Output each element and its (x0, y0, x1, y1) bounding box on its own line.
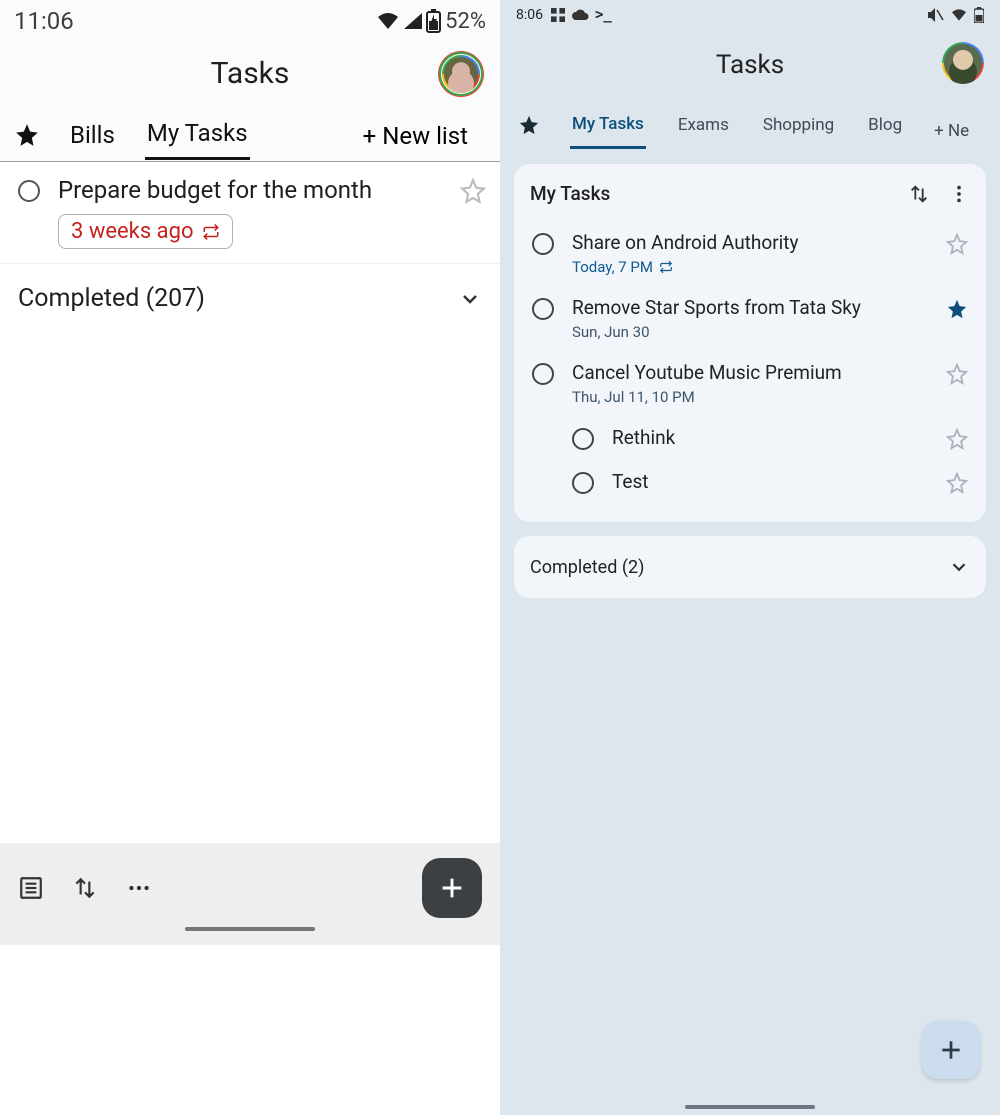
chevron-down-icon (948, 556, 970, 578)
cell-signal-icon (402, 11, 424, 31)
tab-blog[interactable]: Blog (866, 115, 904, 147)
plus-icon (438, 874, 466, 902)
task-checkbox[interactable] (572, 472, 594, 494)
subtask-row[interactable]: Rethink (530, 416, 970, 460)
task-row[interactable]: Prepare budget for the month 3 weeks ago (0, 162, 500, 264)
statusbar: 11:06 52% (0, 0, 500, 38)
new-list-button[interactable]: + Ne (934, 121, 969, 141)
star-button[interactable] (946, 233, 968, 255)
completed-section[interactable]: Completed (2) (514, 536, 986, 598)
battery-percent: 52% (445, 9, 486, 34)
list-view-icon[interactable] (18, 875, 44, 901)
status-time: 11:06 (14, 7, 74, 35)
star-button[interactable] (946, 428, 968, 450)
task-checkbox[interactable] (532, 363, 554, 385)
more-icon[interactable] (948, 183, 970, 205)
task-subtitle: Today, 7 PM (572, 258, 928, 276)
card-title: My Tasks (530, 182, 610, 205)
add-task-fab[interactable] (422, 858, 482, 918)
task-title: Prepare budget for the month (58, 176, 442, 204)
nav-handle[interactable] (685, 1105, 815, 1109)
tab-exams[interactable]: Exams (676, 115, 731, 147)
star-button[interactable] (460, 178, 486, 204)
star-button[interactable] (946, 472, 968, 494)
terminal-icon: >_ (595, 7, 612, 23)
tabs-row: Bills My Tasks + New list (0, 108, 500, 162)
starred-tab[interactable] (518, 114, 540, 136)
app-bar: Tasks (500, 30, 1000, 100)
task-row[interactable]: Cancel Youtube Music Premium Thu, Jul 11… (530, 351, 970, 416)
task-subtitle: Sun, Jun 30 (572, 323, 928, 341)
statusbar: 8:06 >_ (500, 0, 1000, 30)
task-title: Remove Star Sports from Tata Sky (572, 296, 928, 319)
task-checkbox[interactable] (532, 233, 554, 255)
task-checkbox[interactable] (532, 298, 554, 320)
slack-icon (551, 8, 565, 22)
add-task-fab[interactable] (922, 1021, 980, 1079)
task-title: Cancel Youtube Music Premium (572, 361, 928, 384)
tab-my-tasks[interactable]: My Tasks (570, 114, 646, 149)
star-button[interactable] (946, 298, 968, 320)
task-checkbox[interactable] (18, 180, 40, 202)
account-avatar[interactable] (942, 42, 984, 84)
completed-section[interactable]: Completed (207) (0, 264, 500, 333)
task-date-chip[interactable]: 3 weeks ago (58, 214, 233, 249)
cloud-icon (571, 9, 589, 21)
task-row[interactable]: Remove Star Sports from Tata Sky Sun, Ju… (530, 286, 970, 351)
task-title: Share on Android Authority (572, 231, 928, 254)
sort-icon[interactable] (72, 875, 98, 901)
subtask-row[interactable]: Test (530, 460, 970, 504)
new-list-button[interactable]: + New list (363, 122, 486, 158)
nav-handle[interactable] (185, 927, 315, 931)
app-bar: Tasks (0, 38, 500, 108)
status-time: 8:06 (516, 7, 543, 23)
page-title: Tasks (211, 56, 290, 91)
star-button[interactable] (946, 363, 968, 385)
tabs-row: My Tasks Exams Shopping Blog + Ne (500, 100, 1000, 150)
plus-icon (938, 1037, 964, 1063)
repeat-icon (202, 223, 220, 241)
bottom-bar (0, 843, 500, 933)
task-title: Rethink (612, 426, 928, 449)
more-icon[interactable] (126, 875, 152, 901)
account-avatar[interactable] (440, 53, 482, 95)
tab-bills[interactable]: Bills (68, 121, 117, 159)
chevron-down-icon (458, 287, 482, 311)
tab-shopping[interactable]: Shopping (761, 115, 836, 147)
task-title: Test (612, 470, 928, 493)
tab-my-tasks[interactable]: My Tasks (145, 119, 250, 160)
task-checkbox[interactable] (572, 428, 594, 450)
sort-icon[interactable] (908, 183, 930, 205)
tasks-card: My Tasks Share on Android Authority Toda… (514, 164, 986, 522)
status-icons: 52% (376, 9, 486, 34)
starred-tab[interactable] (14, 122, 40, 148)
task-row[interactable]: Share on Android Authority Today, 7 PM (530, 221, 970, 286)
repeat-icon (659, 260, 673, 274)
wifi-icon (950, 8, 968, 22)
task-subtitle: Thu, Jul 11, 10 PM (572, 388, 928, 406)
battery-icon (974, 7, 984, 23)
mute-icon (926, 7, 944, 23)
wifi-icon (376, 11, 400, 31)
battery-charging-icon (426, 9, 441, 33)
page-title: Tasks (716, 50, 784, 80)
